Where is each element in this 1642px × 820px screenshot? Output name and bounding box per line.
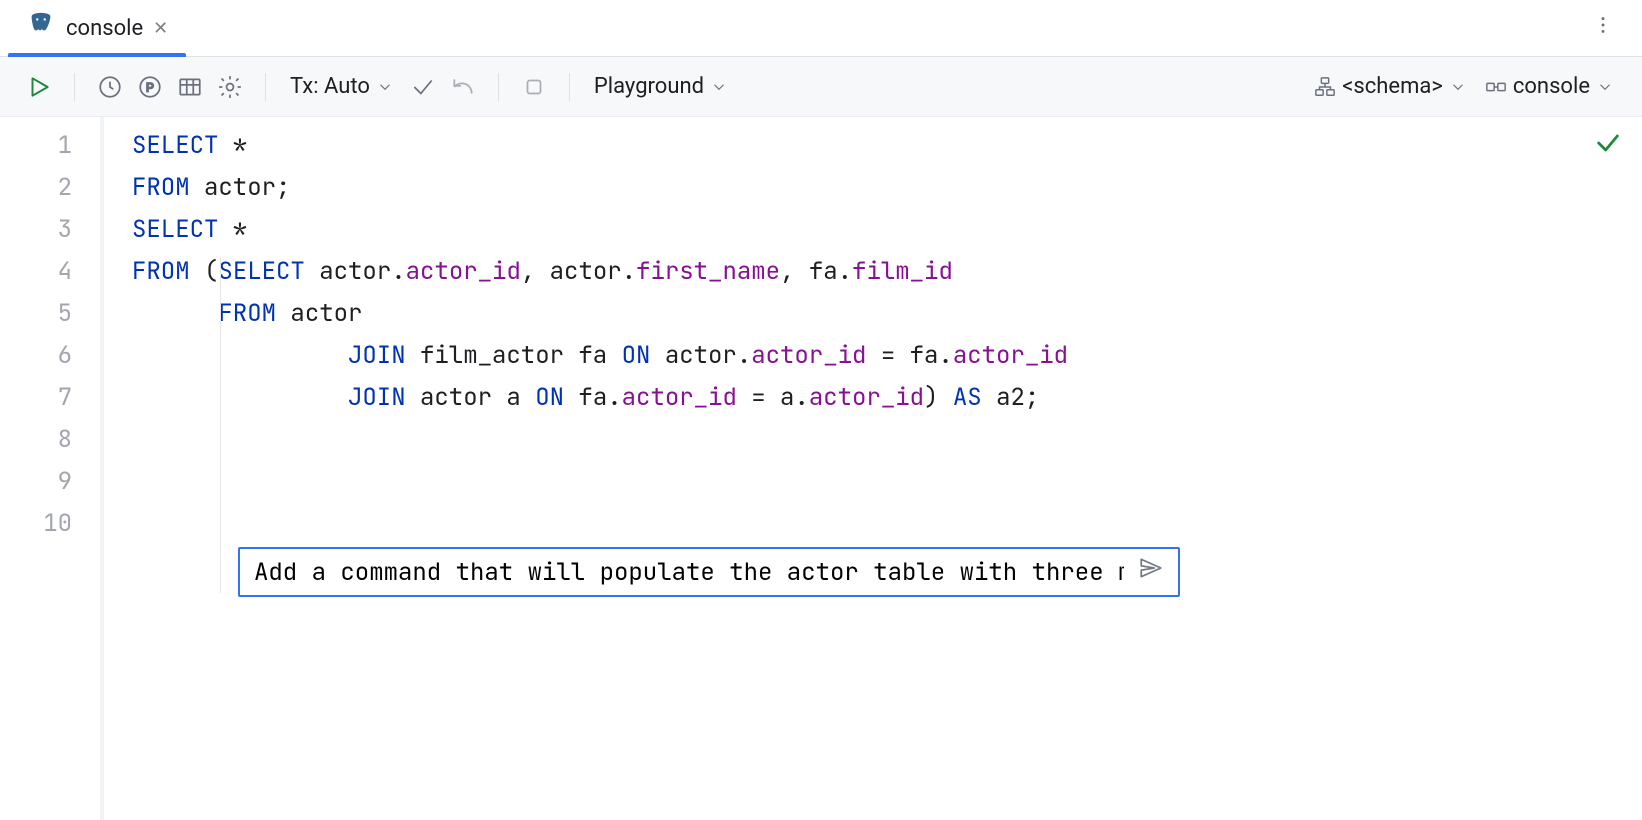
run-button[interactable] — [22, 70, 56, 104]
text: * — [218, 214, 247, 245]
column: actor_id — [751, 340, 866, 371]
text: actor; — [190, 172, 291, 203]
ai-prompt-box — [238, 547, 1180, 597]
line-number: 10 — [0, 503, 100, 545]
line-number: 5 — [0, 293, 100, 335]
line-number: 8 — [0, 419, 100, 461]
code-pane[interactable]: SELECT * FROM actor; SELECT * FROM (SELE… — [100, 117, 1642, 820]
indent-guide — [220, 257, 221, 593]
line-number: 2 — [0, 167, 100, 209]
text: , actor. — [521, 256, 636, 287]
text: * — [218, 130, 247, 161]
tx-mode-label: Tx: Auto — [290, 74, 370, 99]
svg-text:P: P — [146, 80, 154, 94]
output-table-button[interactable] — [173, 70, 207, 104]
keyword: JOIN — [348, 382, 406, 413]
tx-mode-dropdown[interactable]: Tx: Auto — [284, 70, 400, 103]
playground-dropdown[interactable]: Playground — [588, 70, 734, 103]
tab-label: console — [66, 16, 143, 41]
pad — [132, 340, 348, 371]
keyword: AS — [953, 382, 982, 413]
schema-label: <schema> — [1342, 74, 1443, 99]
column: film_id — [852, 256, 953, 287]
session-dropdown[interactable]: console — [1479, 70, 1620, 103]
schema-dropdown[interactable]: <schema> — [1308, 70, 1473, 103]
keyword: ON — [535, 382, 564, 413]
session-label: console — [1513, 74, 1590, 99]
text: fa. — [564, 382, 622, 413]
text: actor. — [305, 256, 406, 287]
tab-bar: console ✕ — [0, 0, 1642, 57]
text: ( — [190, 256, 219, 287]
tab-overflow-button[interactable] — [1572, 14, 1634, 42]
text: = a. — [737, 382, 809, 413]
keyword: JOIN — [348, 340, 406, 371]
separator — [569, 73, 570, 101]
line-number: 9 — [0, 461, 100, 503]
status-ok-icon — [1594, 129, 1622, 165]
line-number: 4 — [0, 251, 100, 293]
tab-console[interactable]: console ✕ — [8, 0, 186, 56]
text: , fa. — [780, 256, 852, 287]
keyword: SELECT — [132, 214, 218, 245]
separator — [74, 73, 75, 101]
close-icon[interactable]: ✕ — [153, 18, 168, 39]
line-number: 7 — [0, 377, 100, 419]
sql-editor[interactable]: 1 2 3 4 5 6 7 8 9 10 SELECT * FROM actor… — [0, 117, 1642, 820]
history-button[interactable] — [93, 70, 127, 104]
line-gutter: 1 2 3 4 5 6 7 8 9 10 — [0, 117, 100, 820]
keyword: ON — [622, 340, 651, 371]
column: actor_id — [953, 340, 1068, 371]
line-number: 3 — [0, 209, 100, 251]
keyword: FROM — [218, 298, 276, 329]
column: actor_id — [622, 382, 737, 413]
separator — [265, 73, 266, 101]
text: film_actor fa — [406, 340, 622, 371]
text: = fa. — [866, 340, 952, 371]
separator — [498, 73, 499, 101]
text: actor — [276, 298, 362, 329]
stop-button[interactable] — [517, 70, 551, 104]
keyword: SELECT — [132, 130, 218, 161]
column: actor_id — [406, 256, 521, 287]
pad — [132, 382, 348, 413]
ai-prompt-input[interactable] — [254, 557, 1124, 588]
column: first_name — [636, 256, 780, 287]
text: ) — [924, 382, 953, 413]
keyword: FROM — [132, 172, 190, 203]
pad — [132, 298, 218, 329]
text: actor a — [406, 382, 536, 413]
explain-plan-button[interactable]: P — [133, 70, 167, 104]
send-icon[interactable] — [1138, 555, 1164, 589]
query-toolbar: P Tx: Auto Playground <schema> console — [0, 57, 1642, 117]
keyword: FROM — [132, 256, 190, 287]
keyword: SELECT — [218, 256, 304, 287]
text: actor. — [650, 340, 751, 371]
rollback-button[interactable] — [446, 70, 480, 104]
settings-button[interactable] — [213, 70, 247, 104]
postgres-icon — [26, 11, 56, 45]
playground-label: Playground — [594, 74, 704, 99]
line-number: 1 — [0, 125, 100, 167]
commit-button[interactable] — [406, 70, 440, 104]
text: a2; — [982, 382, 1040, 413]
column: actor_id — [809, 382, 924, 413]
line-number: 6 — [0, 335, 100, 377]
